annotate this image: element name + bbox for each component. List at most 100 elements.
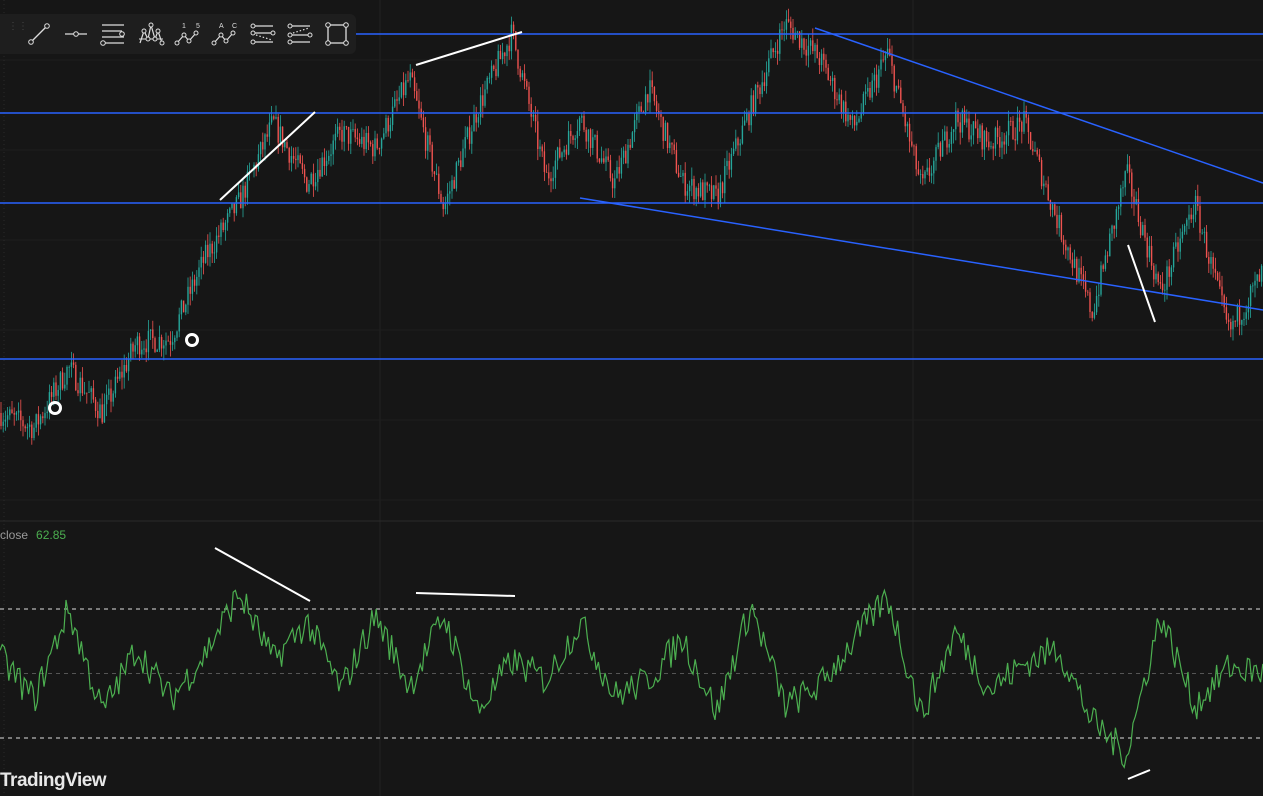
- candle-body: [660, 114, 662, 117]
- candle-body: [451, 180, 453, 192]
- candle-body: [1190, 214, 1192, 220]
- candle-body: [1087, 291, 1089, 293]
- candle-body: [1225, 307, 1228, 320]
- candle-body: [748, 113, 750, 126]
- candle-body: [996, 127, 999, 138]
- head-and-shoulders-tool[interactable]: [132, 16, 169, 52]
- candle-body: [61, 372, 64, 389]
- candle-body: [878, 69, 880, 88]
- candle-body: [629, 144, 631, 148]
- candle-body: [519, 68, 521, 78]
- candle-body: [908, 123, 911, 142]
- candle-body: [1076, 258, 1078, 282]
- candle-body: [1091, 311, 1093, 318]
- candle-body: [669, 142, 671, 149]
- candle-body: [966, 118, 968, 123]
- candle-body: [46, 411, 48, 414]
- candle-body: [462, 148, 464, 168]
- rsi-legend[interactable]: close 62.85: [0, 528, 66, 542]
- candle-body: [59, 372, 62, 390]
- parallel-channel-tool[interactable]: [95, 16, 132, 52]
- flat-top-bottom-tool[interactable]: [281, 16, 318, 52]
- candle-body: [1047, 184, 1049, 201]
- candle-body: [275, 116, 277, 119]
- candle-body: [1186, 219, 1188, 226]
- candle-body: [1051, 204, 1054, 210]
- elliott-impulse-tool[interactable]: 15: [169, 16, 206, 52]
- candle-body: [510, 24, 513, 52]
- candle-body: [992, 146, 994, 149]
- candle-body: [6, 415, 9, 420]
- horizontal-ray-tool[interactable]: [57, 16, 94, 52]
- candle-body: [941, 140, 944, 157]
- candle-body: [662, 116, 664, 141]
- candle-body: [9, 409, 11, 416]
- candle-body: [902, 103, 904, 113]
- candle-body: [988, 141, 990, 148]
- candle-body: [270, 116, 273, 123]
- candle-body: [141, 349, 143, 355]
- candle-body: [785, 19, 788, 30]
- candle-body: [781, 29, 783, 31]
- candle-body: [138, 336, 141, 355]
- tradingview-logo[interactable]: TradingView: [0, 770, 107, 792]
- candle-body: [374, 138, 376, 157]
- candle-body: [15, 412, 18, 415]
- regression-trend-tool[interactable]: [244, 16, 281, 52]
- candle-body: [88, 391, 90, 393]
- candle-body: [444, 203, 447, 210]
- chart-svg[interactable]: [0, 0, 1263, 796]
- candle-body: [818, 58, 821, 66]
- candle-body: [530, 103, 532, 117]
- candle-body: [979, 125, 981, 139]
- candle-body: [1012, 120, 1014, 140]
- candle-body: [1098, 294, 1100, 296]
- candle-body: [570, 131, 572, 137]
- candle-body: [1095, 295, 1098, 313]
- candle-body: [339, 126, 341, 130]
- candle-body: [869, 87, 871, 98]
- candle-body: [1197, 195, 1199, 206]
- candle-body: [840, 94, 843, 113]
- candle-body: [290, 156, 293, 163]
- candle-body: [585, 129, 587, 142]
- candle-body: [862, 93, 865, 113]
- candle-body: [842, 101, 845, 113]
- signal-marker: [185, 333, 199, 347]
- candle-body: [618, 167, 620, 174]
- candle-body: [1144, 225, 1146, 238]
- candle-body: [1258, 274, 1261, 282]
- candle-body: [149, 329, 152, 331]
- candle-body: [1120, 188, 1122, 207]
- divergence-line: [415, 592, 516, 597]
- candle-body: [28, 424, 31, 427]
- candle-body: [1021, 121, 1023, 132]
- rectangle-tool[interactable]: [319, 16, 356, 52]
- trend-line-tool[interactable]: [20, 16, 57, 52]
- candle-body: [383, 133, 385, 139]
- candle-body: [376, 138, 378, 149]
- candle-body: [198, 267, 200, 277]
- signal-marker: [48, 401, 62, 415]
- candle-body: [581, 115, 583, 118]
- candle-body: [779, 29, 781, 54]
- candle-body: [598, 158, 601, 162]
- candle-body: [97, 410, 99, 419]
- candle-body: [1100, 265, 1102, 295]
- candle-body: [765, 72, 768, 87]
- candle-body: [675, 150, 678, 173]
- elliott-impulse-wave-icon: 15: [174, 23, 200, 46]
- candle-body: [132, 343, 134, 352]
- regression-trend-icon: [250, 23, 276, 45]
- trend-line-icon: [27, 23, 50, 45]
- candle-body: [163, 345, 165, 349]
- candle-body: [233, 203, 235, 214]
- candle-body: [556, 147, 559, 161]
- candle-body: [746, 113, 748, 121]
- candle-body: [218, 235, 220, 237]
- drag-handle[interactable]: ⋮⋮: [8, 22, 28, 44]
- chart-canvas[interactable]: [0, 0, 1263, 796]
- elliott-correction-tool[interactable]: AC: [207, 16, 244, 52]
- candle-body: [911, 141, 913, 146]
- candle-body: [1014, 139, 1016, 141]
